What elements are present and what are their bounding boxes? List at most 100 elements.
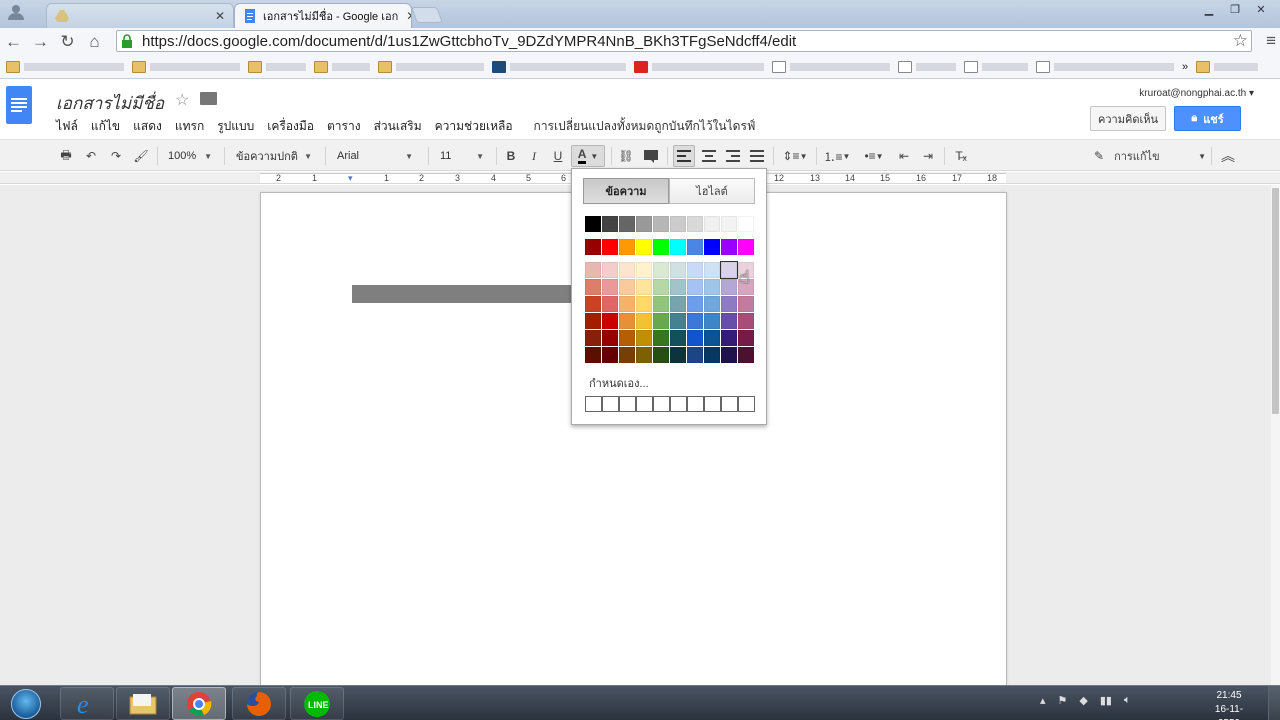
decrease-indent-icon[interactable]: ⇤ (894, 145, 914, 167)
comment-icon[interactable] (641, 145, 661, 167)
align-left-icon[interactable] (673, 145, 695, 167)
color-swatch[interactable] (636, 239, 652, 255)
color-swatch[interactable] (653, 313, 669, 329)
color-swatch[interactable] (619, 330, 635, 346)
color-swatch[interactable] (670, 216, 686, 232)
bookmark-item[interactable] (1196, 60, 1259, 73)
color-swatch[interactable] (721, 239, 737, 255)
color-swatch[interactable] (602, 313, 618, 329)
document-title[interactable]: เอกสารไม่มีชื่อ (56, 90, 164, 117)
color-swatch[interactable] (602, 262, 618, 278)
app-tray-icon[interactable]: ◆ (1079, 694, 1087, 707)
editing-mode-select[interactable]: ✎ การแก้ไข ▼ (1094, 145, 1206, 167)
color-swatch[interactable] (653, 239, 669, 255)
color-swatch[interactable] (670, 313, 686, 329)
bookmark-overflow[interactable]: » (1182, 61, 1188, 73)
bookmark-item[interactable] (314, 60, 370, 73)
link-icon[interactable]: ⛓︎ (616, 145, 636, 167)
custom-color-slot[interactable] (602, 396, 619, 412)
tab-close-icon[interactable]: ✕ (207, 9, 225, 23)
color-swatch[interactable] (602, 330, 618, 346)
text-color-button[interactable]: A ▼ (571, 145, 605, 167)
align-right-icon[interactable] (723, 145, 743, 167)
color-swatch[interactable] (653, 216, 669, 232)
bookmark-item[interactable] (492, 60, 626, 73)
show-desktop-button[interactable] (1268, 686, 1280, 720)
menu-addons[interactable]: ส่วนเสริม (374, 117, 422, 136)
color-swatch[interactable] (704, 347, 720, 363)
color-swatch[interactable] (602, 296, 618, 312)
paragraph-style-select[interactable]: ข้อความปกติ ▼ (230, 145, 318, 167)
color-swatch[interactable] (721, 347, 737, 363)
collapse-menus-icon[interactable]: ︽ (1218, 145, 1238, 167)
color-swatch[interactable] (585, 330, 601, 346)
color-swatch[interactable] (670, 330, 686, 346)
forward-icon[interactable]: → (27, 30, 54, 54)
color-swatch[interactable] (636, 216, 652, 232)
firefox-icon[interactable] (232, 687, 286, 720)
custom-color-slot[interactable] (738, 396, 755, 412)
taskbar-clock[interactable]: 21:45 16-11-2559 (1205, 689, 1253, 720)
folder-icon[interactable] (200, 92, 217, 105)
color-swatch[interactable] (721, 330, 737, 346)
menu-view[interactable]: แสดง (133, 117, 162, 136)
close-window-icon[interactable]: ✕ (1248, 0, 1274, 18)
star-icon[interactable]: ☆ (175, 90, 189, 110)
color-swatch[interactable] (619, 296, 635, 312)
print-icon[interactable]: 🖶︎ (56, 145, 76, 167)
menu-file[interactable]: ไฟล์ (56, 117, 78, 136)
reload-icon[interactable]: ↻ (54, 30, 81, 54)
browser-tab-active[interactable]: เอกสารไม่มีชื่อ - Google เอก ✕ (234, 3, 412, 28)
color-swatch[interactable] (721, 296, 737, 312)
zoom-select[interactable]: 100% ▼ (162, 145, 218, 167)
highlight-color-tab[interactable]: ไฮไลต์ (669, 178, 755, 204)
color-swatch[interactable] (670, 347, 686, 363)
bookmark-item[interactable] (6, 60, 124, 73)
custom-color-slot[interactable] (704, 396, 721, 412)
browser-tab-inactive[interactable]: ✕ (46, 3, 234, 28)
action-center-icon[interactable]: ⚑ (1058, 694, 1068, 707)
menu-insert[interactable]: แทรก (175, 117, 204, 136)
color-swatch[interactable] (636, 313, 652, 329)
color-swatch[interactable] (653, 262, 669, 278)
color-swatch[interactable] (720, 261, 738, 279)
color-swatch[interactable] (585, 296, 601, 312)
align-center-icon[interactable] (699, 145, 719, 167)
custom-color-slot[interactable] (619, 396, 636, 412)
color-swatch[interactable] (704, 330, 720, 346)
bookmark-item[interactable] (132, 60, 240, 73)
undo-icon[interactable]: ↶ (81, 145, 101, 167)
clear-formatting-icon[interactable]: T̶ₓ (951, 145, 971, 167)
color-swatch[interactable] (619, 347, 635, 363)
indent-marker-icon[interactable]: ▾ (348, 173, 353, 184)
color-swatch[interactable] (585, 347, 601, 363)
color-swatch[interactable] (687, 262, 703, 278)
custom-color-slot[interactable] (636, 396, 653, 412)
bookmark-item[interactable] (378, 60, 484, 73)
menu-tools[interactable]: เครื่องมือ (267, 117, 314, 136)
color-swatch[interactable] (619, 262, 635, 278)
color-swatch[interactable] (721, 216, 737, 232)
numbered-list-icon[interactable]: ⒈≡ ▼ (821, 145, 853, 167)
custom-color-slot[interactable] (721, 396, 738, 412)
line-app-icon[interactable]: LINE (290, 687, 344, 720)
custom-color-slot[interactable] (653, 396, 670, 412)
color-swatch[interactable] (670, 239, 686, 255)
color-swatch[interactable] (585, 216, 601, 232)
color-swatch[interactable] (721, 279, 737, 295)
network-icon[interactable]: ▮▮ (1100, 694, 1112, 707)
increase-indent-icon[interactable]: ⇥ (918, 145, 938, 167)
color-swatch[interactable] (687, 216, 703, 232)
color-swatch[interactable] (704, 279, 720, 295)
color-swatch[interactable] (738, 296, 754, 312)
font-size-select[interactable]: 11 ▼ (434, 145, 490, 167)
color-swatch[interactable] (585, 279, 601, 295)
color-swatch[interactable] (704, 296, 720, 312)
internet-explorer-icon[interactable]: e (60, 687, 114, 720)
color-swatch[interactable] (738, 216, 754, 232)
color-swatch[interactable] (602, 347, 618, 363)
minimize-icon[interactable]: ▁ (1196, 0, 1222, 18)
bookmark-item[interactable] (1036, 60, 1174, 73)
color-swatch[interactable] (687, 239, 703, 255)
underline-button[interactable]: U (548, 145, 568, 167)
